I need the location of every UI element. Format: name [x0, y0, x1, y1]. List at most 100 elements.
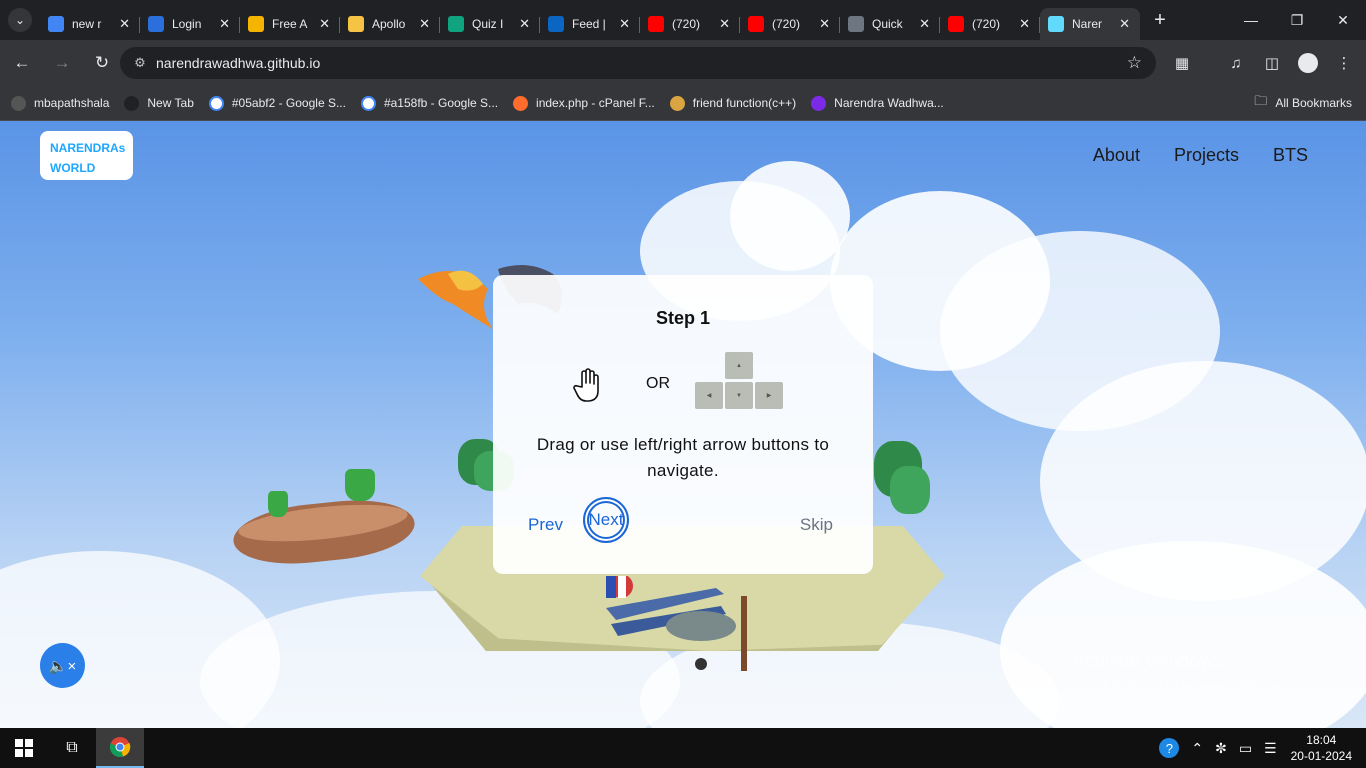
reload-icon: ↻: [94, 53, 110, 72]
bookmark-item[interactable]: #a158fb - Google S...: [360, 95, 498, 111]
prev-button[interactable]: Prev: [528, 515, 563, 535]
arrow-down-key-icon: ▼: [725, 382, 753, 409]
close-tab-icon[interactable]: ✕: [619, 16, 630, 32]
close-window-button[interactable]: ✕: [1320, 0, 1366, 40]
tree: [890, 466, 930, 514]
browser-tab[interactable]: Quick ✕: [840, 8, 940, 40]
browser-tab[interactable]: Login ✕: [140, 8, 240, 40]
close-tab-icon[interactable]: ✕: [219, 16, 230, 32]
mute-button[interactable]: 🔈×: [40, 643, 85, 688]
bookmark-item[interactable]: #05abf2 - Google S...: [208, 95, 346, 111]
linkedin-icon: [548, 16, 564, 32]
tab-search-button[interactable]: ⌄: [0, 0, 40, 40]
bookmark-item[interactable]: mbapathshala: [11, 95, 109, 111]
battery-icon[interactable]: ▭: [1239, 740, 1252, 757]
close-tab-icon[interactable]: ✕: [419, 16, 430, 32]
close-tab-icon[interactable]: ✕: [319, 16, 330, 32]
arrow-up-key-icon: ▲: [725, 352, 753, 379]
cloud: [730, 161, 850, 271]
google-icon: [360, 95, 376, 111]
clock[interactable]: 18:04 20-01-2024: [1291, 732, 1352, 764]
chrome-taskbar-app[interactable]: [96, 728, 144, 768]
close-tab-icon[interactable]: ✕: [1119, 16, 1130, 32]
restore-button[interactable]: ❐: [1274, 0, 1320, 40]
bookmark-star-icon[interactable]: ☆: [1127, 53, 1142, 73]
close-tab-icon[interactable]: ✕: [119, 16, 130, 32]
tab-title: Quiz I: [472, 17, 504, 31]
bookmark-label: New Tab: [147, 96, 194, 110]
bars-icon: [248, 16, 264, 32]
plant: [345, 469, 375, 501]
side-panel-icon[interactable]: ◫: [1256, 47, 1288, 79]
react-icon: [1048, 16, 1064, 32]
back-button[interactable]: ←: [4, 45, 40, 81]
windows-logo-icon: [15, 739, 33, 757]
media-control-icon[interactable]: ♫: [1220, 47, 1252, 79]
close-tab-icon[interactable]: ✕: [1019, 16, 1030, 32]
start-button[interactable]: [0, 728, 48, 768]
help-icon[interactable]: ?: [1159, 738, 1180, 758]
url-text: narendrawadhwa.github.io: [156, 55, 321, 71]
close-tab-icon[interactable]: ✕: [919, 16, 930, 32]
tab-title: (720): [672, 17, 701, 31]
tab-title: Narer: [1072, 17, 1103, 31]
browser-tab[interactable]: Feed | ✕: [540, 8, 640, 40]
skip-button[interactable]: Skip: [800, 515, 833, 535]
forward-arrow-icon: →: [53, 53, 71, 72]
chevron-up-icon[interactable]: ⌃: [1191, 740, 1203, 757]
address-bar[interactable]: ⚙ narendrawadhwa.github.io ☆: [120, 47, 1156, 79]
chevron-down-icon: ⌄: [8, 8, 32, 32]
bookmark-item[interactable]: New Tab: [124, 95, 194, 111]
tab-title: Quick: [872, 17, 903, 31]
garden-soil: [236, 498, 410, 548]
mbapathshala-icon: [11, 95, 26, 111]
watermark-title: Activate Windows: [1073, 651, 1223, 672]
nav-link-projects[interactable]: Projects: [1174, 145, 1239, 166]
nav-link-about[interactable]: About: [1093, 145, 1140, 166]
browser-tab[interactable]: Quiz I ✕: [440, 8, 540, 40]
modal-title: Step 1: [655, 308, 711, 328]
bookmark-item[interactable]: index.php - cPanel F...: [513, 95, 655, 111]
browser-tab[interactable]: new r ✕: [40, 8, 140, 40]
bookmark-item[interactable]: Narendra Wadhwa...: [811, 95, 944, 111]
browser-tab[interactable]: (720) ✕: [940, 8, 1040, 40]
site-logo[interactable]: NARENDRAs WORLD: [40, 131, 133, 180]
task-view-icon: ⧉: [66, 739, 78, 756]
close-tab-icon[interactable]: ✕: [719, 16, 730, 32]
nav-link-bts[interactable]: BTS: [1273, 145, 1308, 166]
browser-tab[interactable]: (720) ✕: [740, 8, 840, 40]
browser-tab[interactable]: Narer ✕: [1040, 8, 1140, 40]
chrome-icon: [109, 737, 131, 758]
tab-title: new r: [72, 17, 102, 31]
cpanel-icon: [513, 95, 529, 111]
site-info-icon[interactable]: ⚙: [124, 55, 156, 71]
new-tab-button[interactable]: +: [1146, 6, 1174, 34]
apollo-icon: [348, 16, 364, 32]
extensions-icon[interactable]: ▦: [1166, 47, 1198, 79]
close-tab-icon[interactable]: ✕: [519, 16, 530, 32]
tab-title: Free A: [272, 17, 308, 31]
reload-button[interactable]: ↻: [84, 45, 120, 81]
browser-toolbar: ← → ↻ ⚙ narendrawadhwa.github.io ☆ ▦ ♫ ◫…: [0, 40, 1366, 86]
minimize-button[interactable]: —: [1228, 0, 1274, 40]
bookmark-item[interactable]: friend function(c++): [669, 95, 796, 111]
notifications-icon[interactable]: ☰: [1264, 740, 1277, 757]
all-bookmarks-button[interactable]: 🗀 All Bookmarks: [1254, 92, 1352, 114]
forward-button[interactable]: →: [44, 45, 80, 81]
gfg-icon: [669, 95, 685, 111]
next-button[interactable]: Next: [583, 497, 629, 543]
bookmark-label: #05abf2 - Google S...: [231, 96, 346, 110]
wifi-icon[interactable]: ✼: [1215, 740, 1227, 757]
browser-tab[interactable]: (720) ✕: [640, 8, 740, 40]
youtube-icon: [948, 16, 964, 32]
system-tray: ? ⌃ ✼ ▭ ☰ 18:04 20-01-2024: [1153, 728, 1366, 768]
task-view-button[interactable]: ⧉: [48, 728, 96, 768]
close-tab-icon[interactable]: ✕: [819, 16, 830, 32]
browser-tab[interactable]: Apollo ✕: [340, 8, 440, 40]
browser-tab[interactable]: Free A ✕: [240, 8, 340, 40]
hand-drag-icon: [573, 368, 599, 402]
page-viewport[interactable]: NARENDRAs WORLD About Projects BTS Step …: [0, 121, 1366, 728]
menu-kebab-icon[interactable]: ⋮: [1328, 47, 1360, 79]
profile-avatar[interactable]: [1292, 47, 1324, 79]
modal-description: Drag or use left/right arrow buttons to …: [536, 435, 830, 480]
